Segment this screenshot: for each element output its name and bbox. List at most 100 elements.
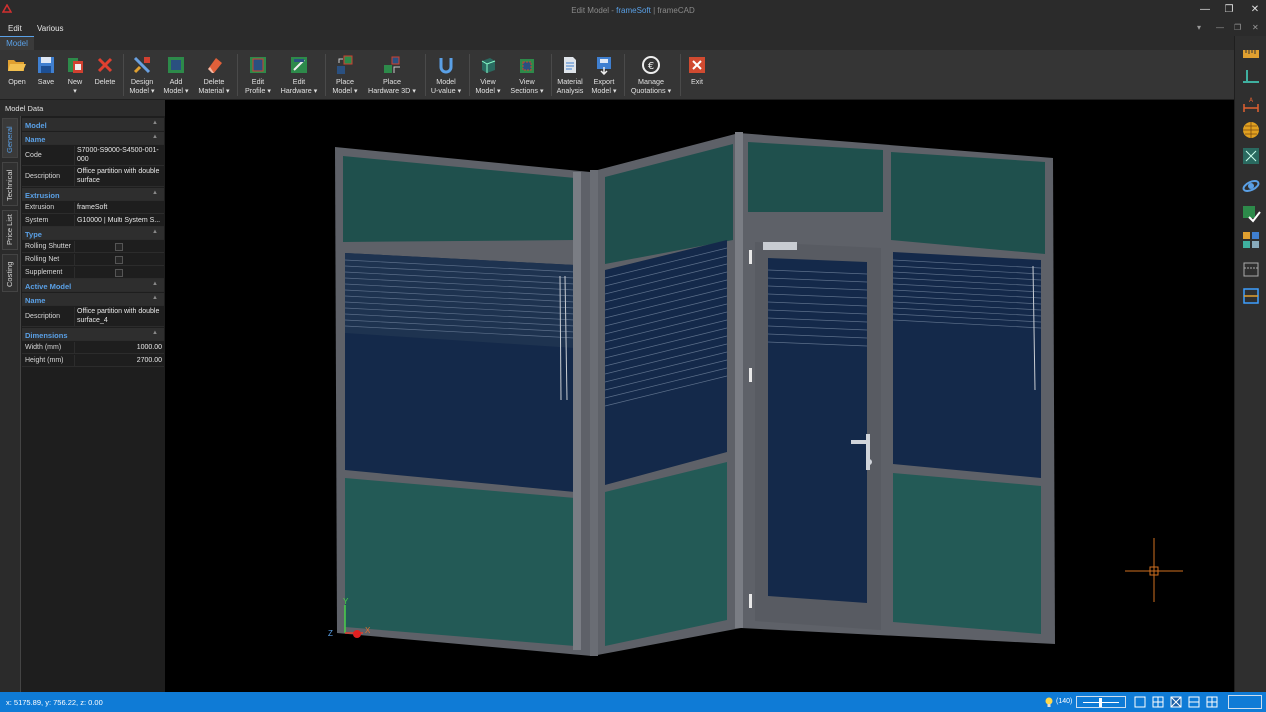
tab-technical[interactable]: Technical: [2, 162, 18, 206]
status-bar: x: 5175.89, y: 756.22, z: 0.00 (140): [0, 692, 1266, 712]
save-button[interactable]: Save: [32, 53, 60, 99]
material-grid-icon[interactable]: [1241, 230, 1261, 250]
mdi-minimize-button[interactable]: —: [1216, 23, 1224, 32]
cube-icon: [481, 58, 496, 73]
section-name-active[interactable]: Name ▲: [22, 293, 164, 306]
view-wire-icon[interactable]: [1170, 696, 1182, 708]
property-row-active-description: Description Office partition with double…: [22, 307, 164, 327]
mullion: [735, 132, 743, 628]
door-glass: [768, 258, 867, 603]
collapse-icon: ▲: [152, 330, 158, 336]
design-model-button[interactable]: Design Model ▾: [126, 53, 158, 99]
property-row-rolling-shutter: Rolling Shutter: [22, 241, 164, 253]
tab-price-list[interactable]: Price List: [2, 210, 18, 250]
manage-quotations-button[interactable]: € Manage Quotations ▾: [627, 53, 675, 99]
section-dimensions[interactable]: Dimensions ▲: [22, 328, 164, 341]
panel-title: Model Data: [0, 100, 165, 116]
svg-text:A: A: [1249, 97, 1254, 104]
mdi-restore-button[interactable]: ❐: [1234, 23, 1241, 32]
open-button[interactable]: Open: [3, 53, 31, 99]
3d-viewport[interactable]: Y X Z: [165, 100, 1234, 692]
view-split-icon[interactable]: [1188, 696, 1200, 708]
collapse-icon: ▲: [152, 281, 158, 287]
description-value[interactable]: Office partition with double surface: [77, 168, 162, 185]
ribbon-separator: [123, 54, 124, 96]
close-button[interactable]: ✕: [1248, 3, 1262, 17]
ribbon-separator: [325, 54, 326, 96]
export-model-button[interactable]: Export Model ▾: [588, 53, 620, 99]
collapse-icon: ▲: [152, 190, 158, 196]
view-quad-icon[interactable]: [1152, 696, 1164, 708]
dimension-icon[interactable]: A: [1241, 94, 1261, 114]
code-value[interactable]: S7000-S9000-S4500-001-000: [77, 147, 162, 164]
supplement-checkbox[interactable]: [115, 269, 123, 277]
delete-button[interactable]: Delete: [91, 53, 119, 99]
zoom-extents-icon[interactable]: [1241, 146, 1261, 166]
right-glass: [893, 252, 1041, 478]
material-analysis-button[interactable]: Material Analysis: [553, 53, 587, 99]
section-active-model[interactable]: Active Model ▲: [22, 279, 164, 292]
globe-icon[interactable]: [1241, 120, 1261, 140]
ruler-icon[interactable]: [1241, 44, 1261, 64]
door-closer: [763, 242, 797, 250]
partition-model-render: Y X Z: [328, 132, 1183, 656]
view-panel-toggle[interactable]: [1228, 695, 1262, 709]
model-u-value-button[interactable]: Model U-value ▾: [428, 53, 464, 99]
property-row-rolling-net: Rolling Net: [22, 254, 164, 266]
minimize-button[interactable]: —: [1198, 3, 1212, 17]
select-check-icon[interactable]: [1241, 204, 1261, 224]
menu-various[interactable]: Various: [37, 24, 64, 33]
ribbon-separator: [237, 54, 238, 96]
exit-button[interactable]: Exit: [683, 53, 711, 99]
section-name[interactable]: Name ▲: [22, 132, 164, 145]
view-model-button[interactable]: View Model ▾: [472, 53, 504, 99]
frame-view-icon[interactable]: [1241, 286, 1261, 306]
property-row-code: Code S7000-S9000-S4500-001-000: [22, 146, 164, 166]
door-lock: [866, 459, 872, 465]
ribbon-separator: [624, 54, 625, 96]
property-row-description: Description Office partition with double…: [22, 167, 164, 187]
place-model-button[interactable]: Place Model ▾: [328, 53, 362, 99]
axis-icon[interactable]: [1241, 68, 1261, 88]
tab-general[interactable]: General: [2, 118, 18, 158]
edit-hardware-button[interactable]: Edit Hardware ▾: [278, 53, 320, 99]
view-grid-icon[interactable]: [1206, 696, 1218, 708]
sections-icon: [520, 59, 534, 73]
mdi-close-button[interactable]: ✕: [1252, 23, 1259, 32]
system-value[interactable]: G10000 | Multi System S...: [77, 217, 162, 226]
collapse-icon: ▲: [152, 120, 158, 126]
u-value-icon: [439, 58, 453, 74]
right-toolbar: A: [1234, 36, 1266, 692]
width-value[interactable]: 1000.00: [77, 344, 162, 353]
add-model-icon: [168, 57, 184, 73]
edit-profile-button[interactable]: Edit Profile ▾: [240, 53, 276, 99]
view-single-icon[interactable]: [1134, 696, 1146, 708]
new-button[interactable]: New ▾: [61, 53, 89, 99]
restore-button[interactable]: ❐: [1222, 3, 1236, 17]
delete-material-button[interactable]: Delete Material ▾: [195, 53, 233, 99]
orbit-icon[interactable]: [1241, 176, 1261, 196]
place-hardware-3d-button[interactable]: Place Hardware 3D ▾: [364, 53, 420, 99]
add-model-button[interactable]: Add Model ▾: [160, 53, 192, 99]
view-sections-button[interactable]: View Sections ▾: [507, 53, 547, 99]
active-description-value[interactable]: Office partition with double surface_4: [77, 308, 162, 325]
section-view-icon[interactable]: [1241, 258, 1261, 278]
rolling-net-checkbox[interactable]: [115, 256, 123, 264]
extrusion-value[interactable]: frameSoft: [77, 204, 162, 213]
menu-bar: Edit Various ▾ — ❐ ✕: [0, 22, 1266, 36]
zoom-slider[interactable]: [1076, 696, 1126, 708]
light-bulb-icon[interactable]: [1043, 696, 1055, 708]
tab-model[interactable]: Model: [0, 36, 34, 50]
ribbon-options-chevron-icon[interactable]: ▾: [1197, 23, 1201, 32]
tab-costing[interactable]: Costing: [2, 254, 18, 292]
menu-edit[interactable]: Edit: [8, 24, 22, 33]
eraser-icon: [208, 58, 222, 73]
rolling-shutter-checkbox[interactable]: [115, 243, 123, 251]
section-extrusion[interactable]: Extrusion ▲: [22, 188, 164, 201]
section-model[interactable]: Model ▲: [22, 118, 164, 131]
zoom-level: (140): [1056, 698, 1073, 705]
height-value[interactable]: 2700.00: [77, 357, 162, 366]
euro-icon: €: [642, 56, 660, 74]
mullion: [590, 170, 598, 656]
section-type[interactable]: Type ▲: [22, 227, 164, 240]
